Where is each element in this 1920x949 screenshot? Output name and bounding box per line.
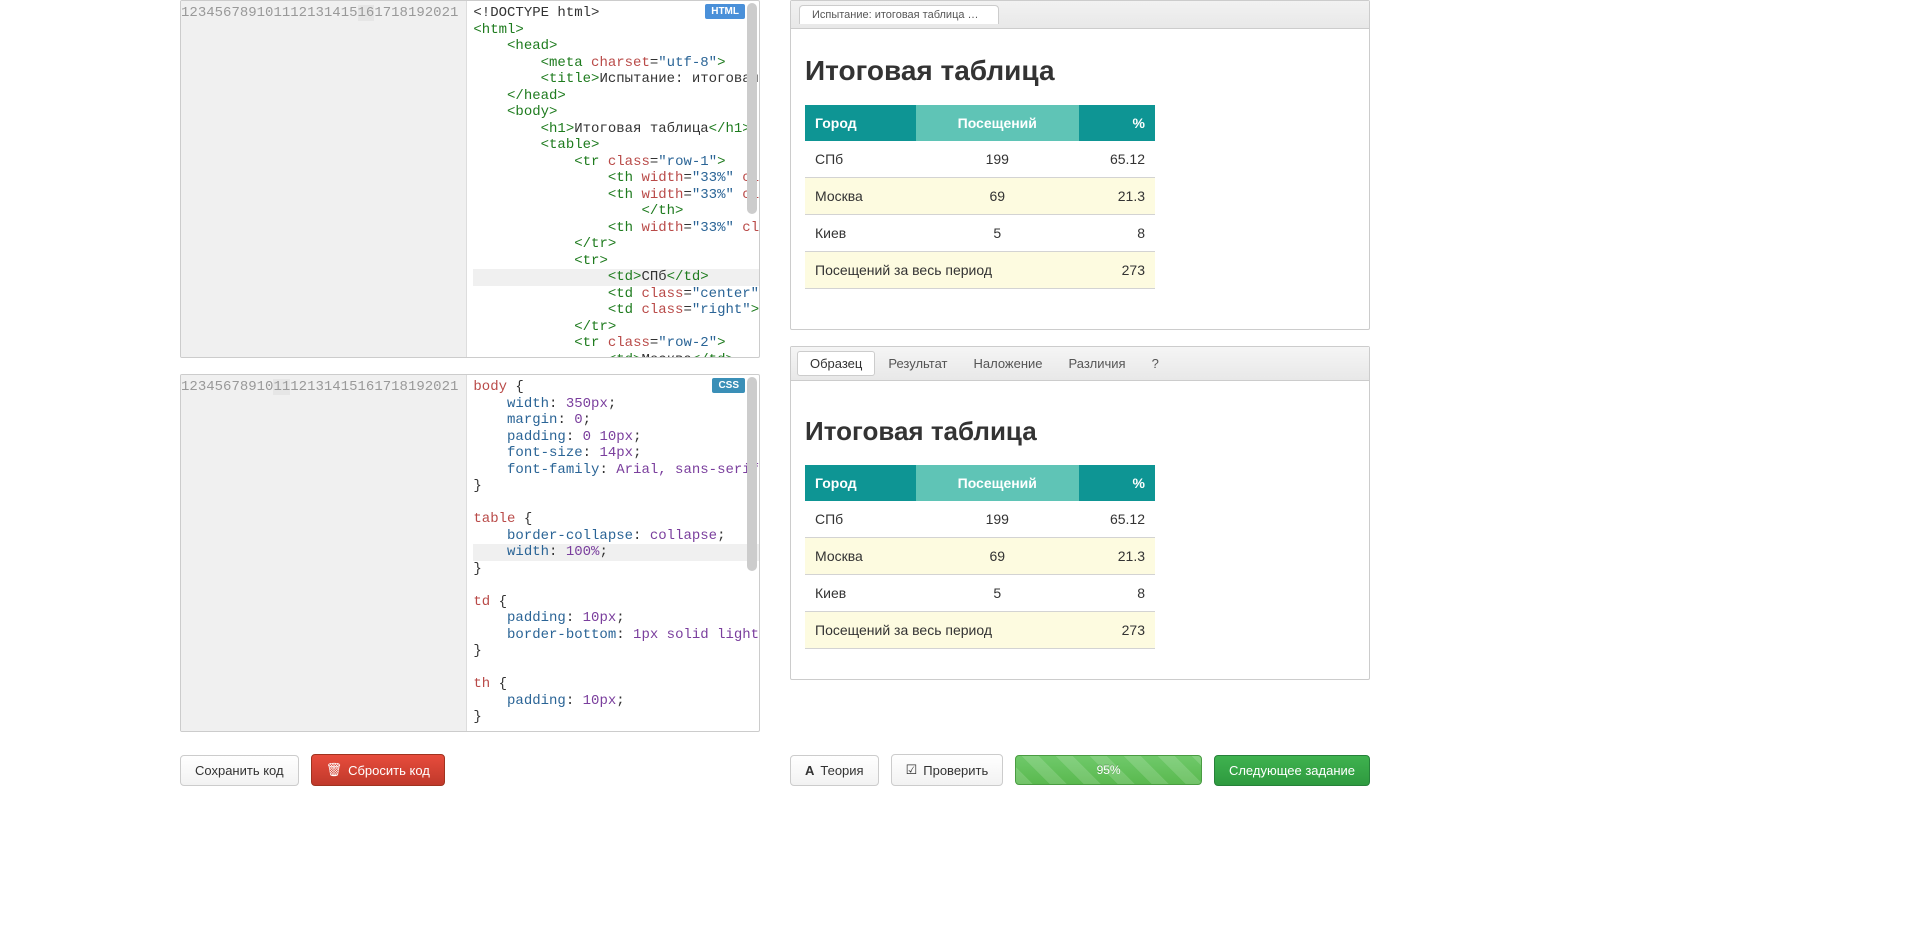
css-editor[interactable]: CSS 123456789101112131415161718192021 bo… (180, 374, 760, 732)
save-button[interactable]: Сохранить код (180, 755, 299, 786)
html-editor[interactable]: HTML 123456789101112131415161718192021 <… (180, 0, 760, 358)
html-code[interactable]: <!DOCTYPE html><html> <head> <meta chars… (467, 1, 759, 357)
compare-result-table: ГородПосещений%СПб19965.12Москва6921.3Ки… (805, 465, 1155, 649)
compare-tab-Наложение[interactable]: Наложение (961, 351, 1056, 376)
browser-tab[interactable]: Испытание: итоговая таблица — H (799, 5, 999, 24)
trash-icon: 🗑 (326, 762, 343, 778)
preview-heading: Итоговая таблица (805, 55, 1355, 87)
html-badge: HTML (705, 4, 745, 19)
bottom-right-buttons: A Теория ☑ Проверить 95% Следующее задан… (790, 754, 1370, 786)
html-scrollbar[interactable] (747, 3, 757, 355)
next-button[interactable]: Следующее задание (1214, 755, 1370, 786)
result-table: ГородПосещений%СПб19965.12Москва6921.3Ки… (805, 105, 1155, 289)
html-gutter: 123456789101112131415161718192021 (181, 1, 467, 357)
preview-panel: Испытание: итоговая таблица — H Итоговая… (790, 0, 1370, 330)
check-icon: ☑ (906, 762, 918, 778)
font-icon: A (805, 763, 814, 778)
check-button[interactable]: ☑ Проверить (891, 754, 1004, 786)
compare-panel: ОбразецРезультатНаложениеРазличия? Итого… (790, 346, 1370, 680)
compare-heading: Итоговая таблица (805, 416, 1355, 447)
progress-bar: 95% (1015, 755, 1202, 785)
compare-tab-Результат[interactable]: Результат (875, 351, 960, 376)
preview-content: Итоговая таблица ГородПосещений%СПб19965… (791, 29, 1369, 329)
browser-tab-bar: Испытание: итоговая таблица — H (791, 1, 1369, 29)
progress-label: 95% (1016, 756, 1201, 784)
theory-button[interactable]: A Теория (790, 755, 879, 786)
compare-tab-?[interactable]: ? (1139, 351, 1172, 376)
css-gutter: 123456789101112131415161718192021 (181, 375, 467, 731)
compare-content: Итоговая таблица ГородПосещений%СПб19965… (791, 381, 1369, 679)
css-badge: CSS (712, 378, 745, 393)
compare-tabs: ОбразецРезультатНаложениеРазличия? (791, 347, 1369, 381)
css-code[interactable]: body { width: 350px; margin: 0; padding:… (467, 375, 759, 731)
reset-button[interactable]: 🗑 Сбросить код (311, 754, 445, 786)
css-scrollbar[interactable] (747, 377, 757, 729)
bottom-left-buttons: Сохранить код 🗑 Сбросить код (180, 754, 760, 786)
compare-tab-Различия[interactable]: Различия (1056, 351, 1139, 376)
compare-tab-Образец[interactable]: Образец (797, 351, 875, 376)
